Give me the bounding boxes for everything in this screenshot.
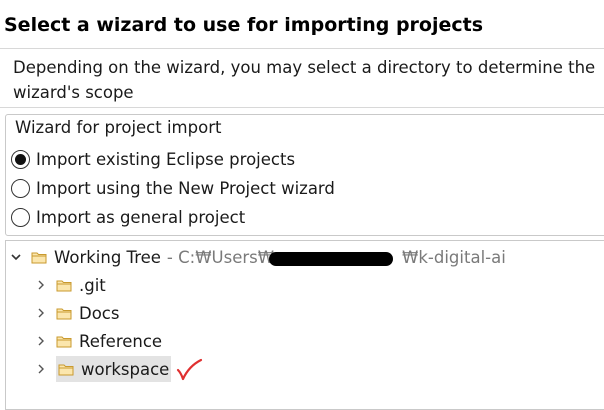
radio-import-new-project-wizard[interactable]: Import using the New Project wizard (11, 175, 335, 201)
chevron-right-icon[interactable] (34, 306, 48, 320)
tree-node-label: .git (79, 275, 106, 295)
tree-node-label: Reference (79, 331, 163, 351)
radio-import-existing[interactable]: Import existing Eclipse projects (11, 146, 295, 172)
radio-selected-dot (15, 153, 26, 165)
radio-label: Import as general project (36, 207, 246, 227)
group-legend: Wizard for project import (15, 118, 222, 137)
tree-item-reference[interactable]: Reference (34, 328, 164, 354)
radio-button[interactable] (11, 149, 30, 169)
tree-item-workspace[interactable]: workspace (34, 356, 172, 382)
wizard-import-group: Wizard for project import Import existin… (5, 114, 604, 236)
radio-label: Import using the New Project wizard (36, 178, 335, 198)
chevron-down-icon[interactable] (9, 250, 23, 264)
tree-item-git[interactable]: .git (34, 272, 108, 298)
tree-node-label: Docs (79, 303, 120, 323)
chevron-right-icon[interactable] (34, 362, 48, 376)
folder-icon (56, 336, 72, 347)
description-text: Depending on the wizard, you may select … (13, 58, 596, 102)
folder-icon (58, 364, 74, 375)
folder-icon (56, 308, 72, 319)
radio-label: Import existing Eclipse projects (36, 149, 296, 169)
chevron-right-icon[interactable] (34, 334, 48, 348)
selected-item-highlight[interactable]: workspace (56, 356, 172, 382)
folder-icon (56, 280, 72, 291)
project-tree[interactable]: Working Tree - C:₩Users₩ ₩k-digital-ai .… (5, 240, 604, 410)
folder-icon (31, 252, 47, 263)
tree-node-label: Working Tree (54, 247, 161, 267)
radio-import-general-project[interactable]: Import as general project (11, 204, 245, 230)
repository-path-suffix: ₩k-digital-ai (402, 247, 506, 267)
radio-button[interactable] (11, 178, 30, 198)
page-title: Select a wizard to use for importing pro… (4, 14, 484, 36)
red-checkmark-annotation (176, 358, 203, 381)
redaction-mark (269, 252, 393, 266)
repository-path-prefix: - C:₩Users₩ (166, 247, 275, 267)
description-panel: Depending on the wizard, you may select … (0, 48, 604, 108)
tree-node-label: workspace (81, 359, 170, 379)
tree-item-docs[interactable]: Docs (34, 300, 121, 326)
tree-root-working-tree[interactable]: Working Tree - C:₩Users₩ ₩k-digital-ai (9, 244, 506, 270)
radio-button[interactable] (11, 207, 30, 227)
chevron-right-icon[interactable] (34, 278, 48, 292)
